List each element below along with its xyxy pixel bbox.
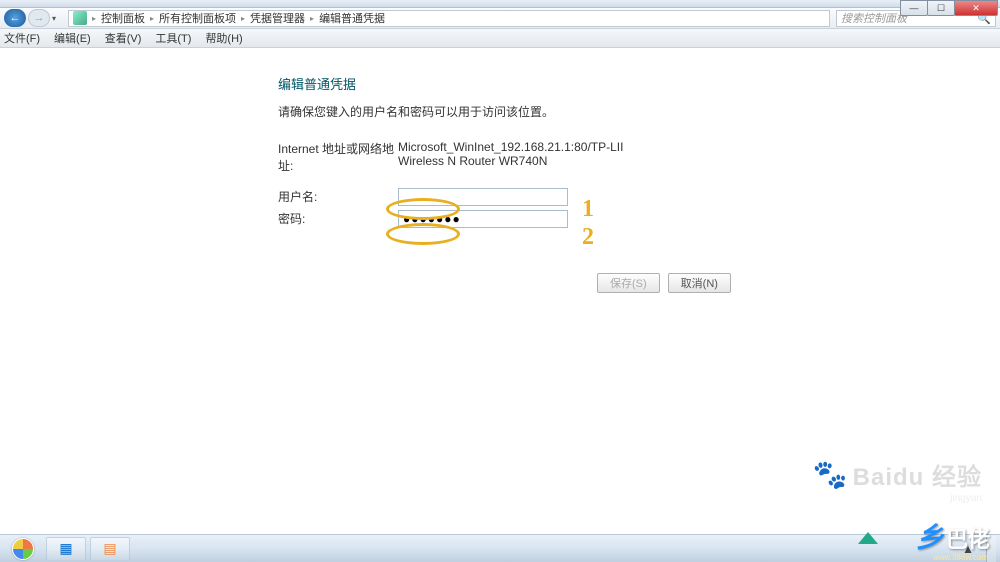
taskbar-app-2[interactable]: ▤ (90, 537, 130, 561)
save-button[interactable]: 保存(S) (597, 273, 660, 293)
annotation-number-1: 1 (582, 196, 594, 223)
annotation-number-2: 2 (582, 224, 594, 251)
crumb-edit-credential[interactable]: 编辑普通凭据 (319, 10, 385, 26)
navigation-bar: ← → ▾ ▸ 控制面板 ▸ 所有控制面板项 ▸ 凭据管理器 ▸ 编辑普通凭据 … (0, 8, 1000, 29)
site-logo: 乡 巴佬 (916, 516, 990, 556)
cancel-button[interactable]: 取消(N) (668, 273, 731, 293)
address-label: Internet 地址或网络地址: (278, 140, 398, 174)
page-subtext: 请确保您键入的用户名和密码可以用于访问该位置。 (278, 103, 1000, 120)
chevron-right-icon[interactable]: ▸ (147, 14, 157, 23)
watermark-text: Baidu 经验 (853, 457, 982, 492)
minimize-button[interactable]: — (900, 0, 928, 16)
crumb-all-items[interactable]: 所有控制面板项 (159, 10, 236, 26)
address-breadcrumb[interactable]: ▸ 控制面板 ▸ 所有控制面板项 ▸ 凭据管理器 ▸ 编辑普通凭据 (68, 10, 830, 27)
page-heading: 编辑普通凭据 (278, 74, 1000, 93)
password-label: 密码: (278, 210, 398, 227)
window-titlebar: — ☐ ✕ (0, 0, 1000, 8)
search-placeholder: 搜索控制面板 (841, 10, 907, 26)
password-input[interactable] (398, 210, 568, 228)
menu-tools[interactable]: 工具(T) (155, 30, 191, 46)
menu-edit[interactable]: 编辑(E) (54, 30, 91, 46)
taskbar-app-1[interactable]: ▦ (46, 537, 86, 561)
nav-forward-button: → (28, 9, 50, 27)
paw-icon: 🐾 (813, 458, 849, 491)
menu-help[interactable]: 帮助(H) (205, 30, 242, 46)
start-button[interactable] (4, 536, 42, 562)
logo-part-2: 巴佬 (946, 522, 990, 554)
watermark-url: jingyan (950, 493, 982, 504)
address-value-line2: Wireless N Router WR740N (398, 154, 628, 168)
windows-orb-icon (12, 538, 34, 560)
close-button[interactable]: ✕ (954, 0, 998, 16)
username-input[interactable] (398, 188, 568, 206)
crumb-credential-manager[interactable]: 凭据管理器 (250, 10, 305, 26)
menu-view[interactable]: 查看(V) (105, 30, 142, 46)
username-label: 用户名: (278, 188, 398, 205)
chevron-right-icon[interactable]: ▸ (307, 14, 317, 23)
content-area: 编辑普通凭据 请确保您键入的用户名和密码可以用于访问该位置。 Internet … (0, 48, 1000, 534)
logo-arrow-icon (858, 532, 878, 544)
nav-history-dropdown[interactable]: ▾ (52, 14, 62, 23)
nav-back-button[interactable]: ← (4, 9, 26, 27)
crumb-control-panel[interactable]: 控制面板 (101, 10, 145, 26)
menu-bar: 文件(F) 编辑(E) 查看(V) 工具(T) 帮助(H) (0, 29, 1000, 48)
address-value-line1: Microsoft_WinInet_192.168.21.1:80/TP-LII (398, 140, 628, 154)
chevron-right-icon[interactable]: ▸ (89, 14, 99, 23)
control-panel-icon (73, 11, 87, 25)
logo-url: www.386w.com (933, 553, 988, 562)
maximize-button[interactable]: ☐ (927, 0, 955, 16)
logo-part-1: 乡 (916, 516, 944, 556)
chevron-right-icon[interactable]: ▸ (238, 14, 248, 23)
taskbar: ▦ ▤ ▲ (0, 534, 1000, 562)
watermark: 🐾 Baidu 经验 (813, 457, 982, 492)
menu-file[interactable]: 文件(F) (4, 30, 40, 46)
